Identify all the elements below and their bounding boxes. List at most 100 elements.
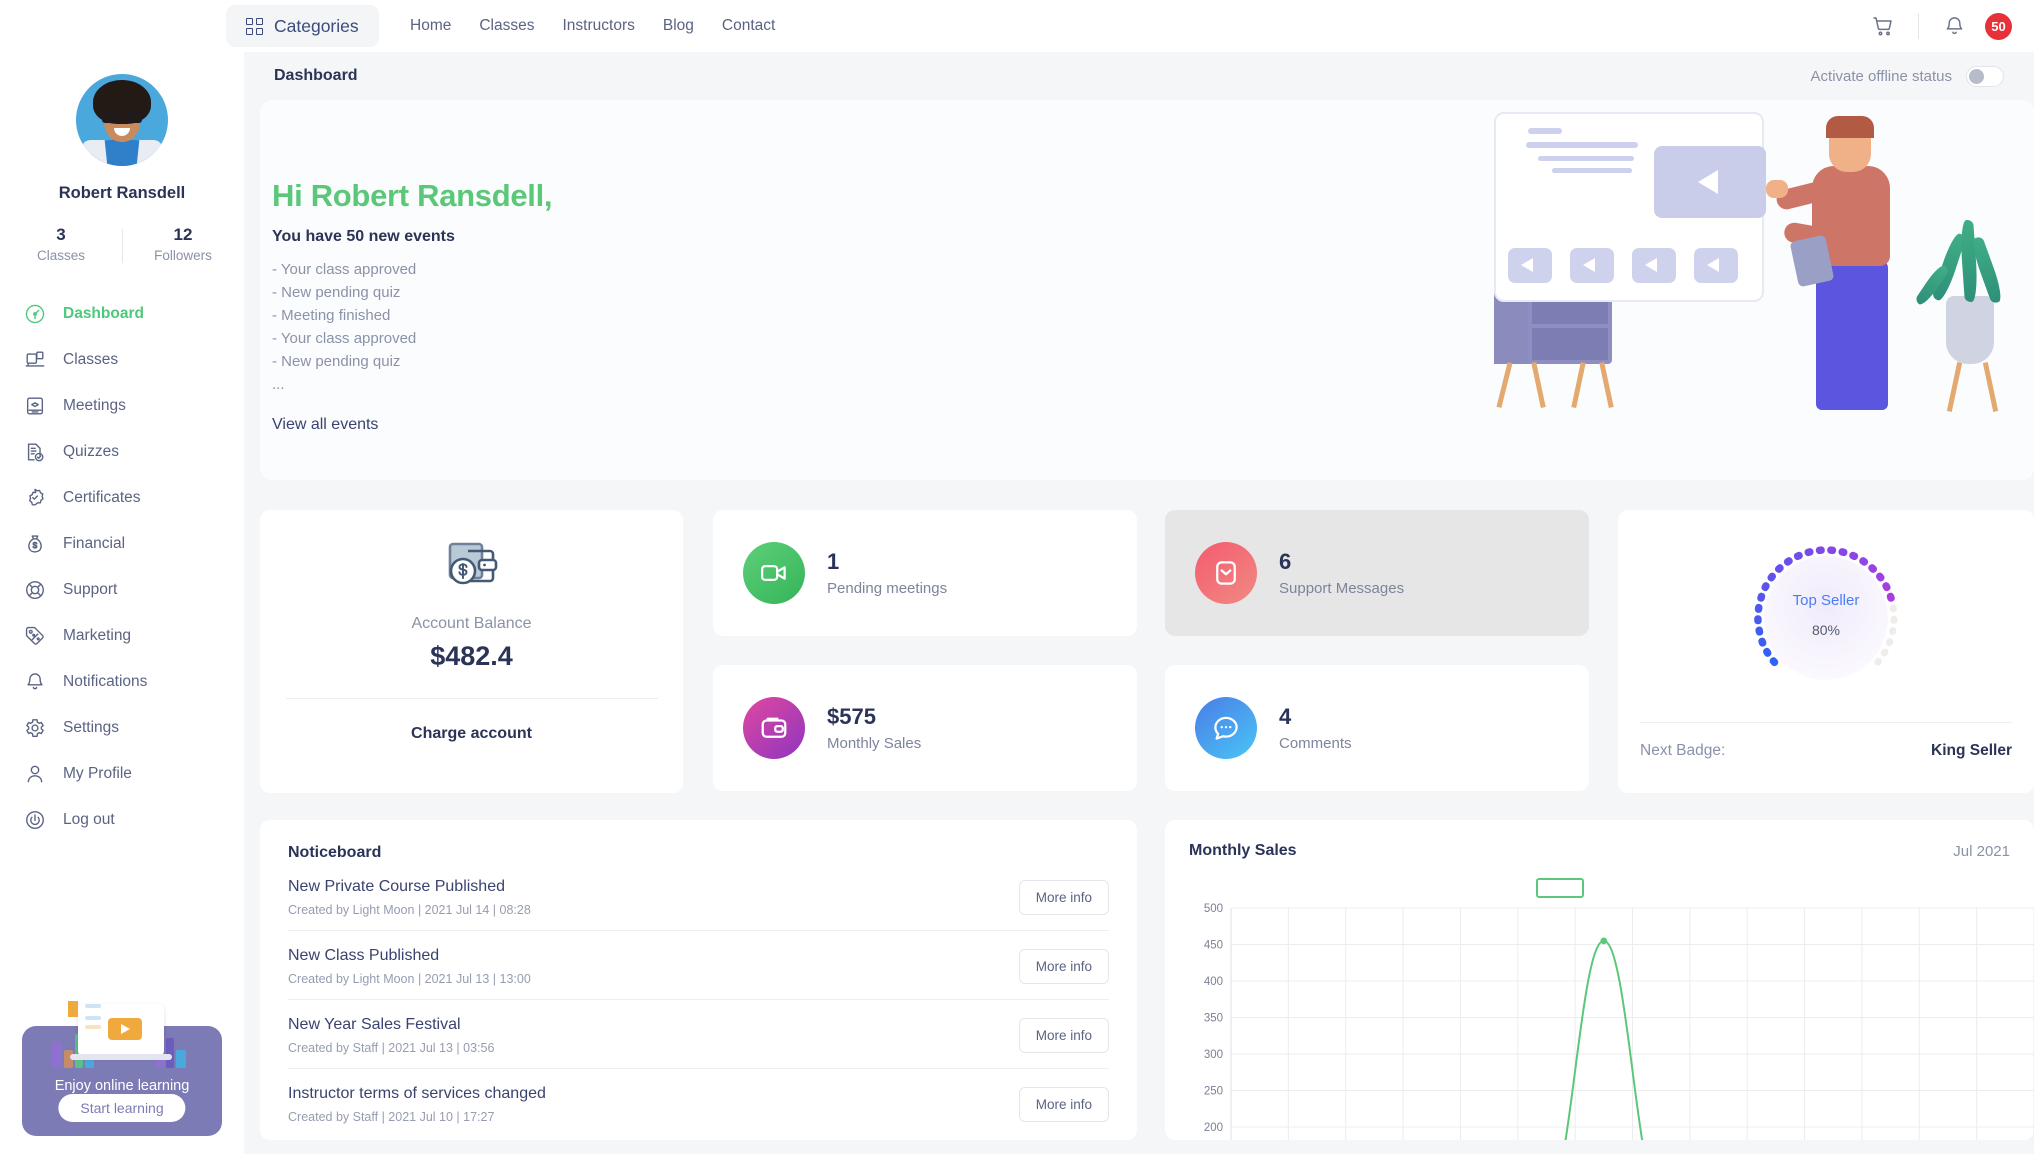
promo-card[interactable]: Enjoy online learning Start learning	[22, 1026, 222, 1136]
notice-meta: Created by Staff | 2021 Jul 10 | 17:27	[288, 1110, 546, 1124]
quiz-icon	[24, 441, 46, 463]
page-title: Dashboard	[274, 67, 358, 85]
nav-link-instructors[interactable]: Instructors	[563, 17, 635, 35]
chart-title: Monthly Sales	[1189, 842, 1297, 860]
chat-bubble-icon	[1195, 697, 1257, 759]
promo-text: Enjoy online learning	[22, 1078, 222, 1094]
mini-card-value: 4	[1279, 704, 1352, 730]
user-icon	[24, 763, 46, 785]
sidebar-nav-list: DashboardClasses Meetings QuizzesCertifica…	[0, 291, 244, 843]
card-comments[interactable]: 4 Comments	[1165, 665, 1589, 791]
nav-link-home[interactable]: Home	[410, 17, 451, 35]
main-menu: Home Classes Instructors Blog Contact	[410, 0, 775, 52]
chart-legend[interactable]	[1536, 878, 1584, 898]
mini-card-label: Comments	[1279, 735, 1352, 752]
wallet-icon	[743, 697, 805, 759]
notification-count-badge[interactable]: 50	[1985, 13, 2012, 40]
sidebar-item-classes[interactable]: Classes	[0, 337, 244, 383]
page-bar: Dashboard Activate offline status	[244, 52, 2034, 100]
sidebar-item-label: My Profile	[63, 765, 132, 783]
top-navigation-bar: Categories Home Classes Instructors Blog…	[0, 0, 2034, 52]
card-meetings[interactable]: 1 Pending meetings	[713, 510, 1137, 636]
notice-meta: Created by Staff | 2021 Jul 13 | 03:56	[288, 1041, 494, 1055]
more-info-button[interactable]: More info	[1019, 880, 1109, 915]
grid-icon	[246, 18, 263, 35]
categories-button[interactable]: Categories	[226, 5, 379, 47]
sidebar-item-label: Notifications	[63, 673, 147, 691]
stat-classes: 3 Classes	[0, 225, 122, 263]
noticeboard-rows: New Private Course PublishedCreated by L…	[288, 862, 1109, 1137]
next-badge-row: Next Badge: King Seller	[1640, 742, 2012, 760]
next-badge-label: Next Badge:	[1640, 742, 1725, 760]
event-list: - Your class approved- New pending quiz-…	[272, 258, 552, 396]
card-support[interactable]: 6Support Messages	[1165, 510, 1589, 636]
sidebar-item-marketing[interactable]: Marketing	[0, 613, 244, 659]
mini-card-value: 1	[827, 549, 947, 575]
nav-divider	[1918, 13, 1919, 39]
start-learning-button[interactable]: Start learning	[58, 1094, 185, 1122]
divider	[1640, 722, 2012, 723]
more-info-button[interactable]: More info	[1019, 1018, 1109, 1053]
certificate-icon	[24, 487, 46, 509]
nav-link-classes[interactable]: Classes	[479, 17, 534, 35]
sidebar-item-label: Meetings	[63, 397, 126, 415]
bell-icon	[24, 671, 46, 693]
chart-header: Monthly Sales Jul 2021	[1189, 842, 2010, 860]
lifebuoy-icon	[24, 579, 46, 601]
event-item: - Your class approved	[272, 327, 552, 350]
svg-text:400: 400	[1204, 976, 1223, 988]
more-info-button[interactable]: More info	[1019, 949, 1109, 984]
sidebar-item-my-profile[interactable]: My Profile	[0, 751, 244, 797]
nav-link-contact[interactable]: Contact	[722, 17, 775, 35]
dashboard-page: Categories Home Classes Instructors Blog…	[0, 0, 2034, 1154]
svg-text:450: 450	[1204, 940, 1223, 952]
sidebar-item-support[interactable]: Support	[0, 567, 244, 613]
offline-status-control: Activate offline status	[1811, 66, 2004, 87]
cart-icon[interactable]	[1860, 0, 1906, 52]
nav-link-blog[interactable]: Blog	[663, 17, 694, 35]
nav-right-actions: 50	[1860, 0, 2012, 52]
notice-title: New Class Published	[288, 947, 531, 965]
view-all-events-link[interactable]: View all events	[272, 416, 552, 434]
offline-status-label: Activate offline status	[1811, 68, 1952, 85]
online-learning-illustration	[52, 1000, 194, 1072]
bell-icon[interactable]	[1931, 0, 1977, 52]
account-balance-label: Account Balance	[411, 615, 531, 633]
avatar[interactable]	[76, 74, 168, 166]
event-item: ...	[272, 373, 552, 396]
next-badge-value: King Seller	[1931, 742, 2012, 760]
monthly-sales-chart: 500450400350300250200150	[1189, 900, 2034, 1140]
charge-account-button[interactable]: Charge account	[411, 725, 532, 743]
stat-classes-value: 3	[0, 225, 122, 245]
more-info-button[interactable]: More info	[1019, 1087, 1109, 1122]
sidebar-item-label: Marketing	[63, 627, 131, 645]
mini-card-value: $575	[827, 704, 921, 730]
sidebar-item-meetings[interactable]: Meetings	[0, 383, 244, 429]
sidebar-item-quizzes[interactable]: Quizzes	[0, 429, 244, 475]
sidebar-item-settings[interactable]: Settings	[0, 705, 244, 751]
presentation-icon	[24, 395, 46, 417]
sidebar-item-log-out[interactable]: Log out	[0, 797, 244, 843]
notice-row: Instructor terms of services changed Crea…	[288, 1069, 1109, 1137]
monthly-sales-card: Monthly Sales Jul 2021 50045040035030025…	[1165, 820, 2034, 1140]
svg-text:300: 300	[1204, 1049, 1223, 1061]
classroom-icon	[24, 349, 46, 371]
notice-title: Instructor terms of services changed	[288, 1085, 546, 1103]
offline-status-toggle[interactable]	[1966, 66, 2004, 87]
categories-label: Categories	[274, 16, 359, 37]
noticeboard-title: Noticeboard	[288, 844, 1109, 862]
sidebar-item-dashboard[interactable]: Dashboard	[0, 291, 244, 337]
card-sales[interactable]: $575Monthly Sales	[713, 665, 1137, 791]
sidebar-item-label: Support	[63, 581, 117, 599]
notice-meta: Created by Light Moon | 2021 Jul 13 | 13…	[288, 972, 531, 986]
sidebar-item-notifications[interactable]: Notifications	[0, 659, 244, 705]
notice-row: New Class Published Created by Light Moon…	[288, 931, 1109, 1000]
greeting-heading: Hi Robert Ransdell,	[272, 178, 552, 214]
gear-icon	[24, 717, 46, 739]
notice-row: New Private Course PublishedCreated by L…	[288, 862, 1109, 931]
sidebar-item-certificates[interactable]: Certificates	[0, 475, 244, 521]
chart-period: Jul 2021	[1953, 843, 2010, 860]
sidebar-item-financial[interactable]: Financial	[0, 521, 244, 567]
mini-card-label: Pending meetings	[827, 580, 947, 597]
seller-rank-label: Top Seller	[1742, 592, 1910, 609]
